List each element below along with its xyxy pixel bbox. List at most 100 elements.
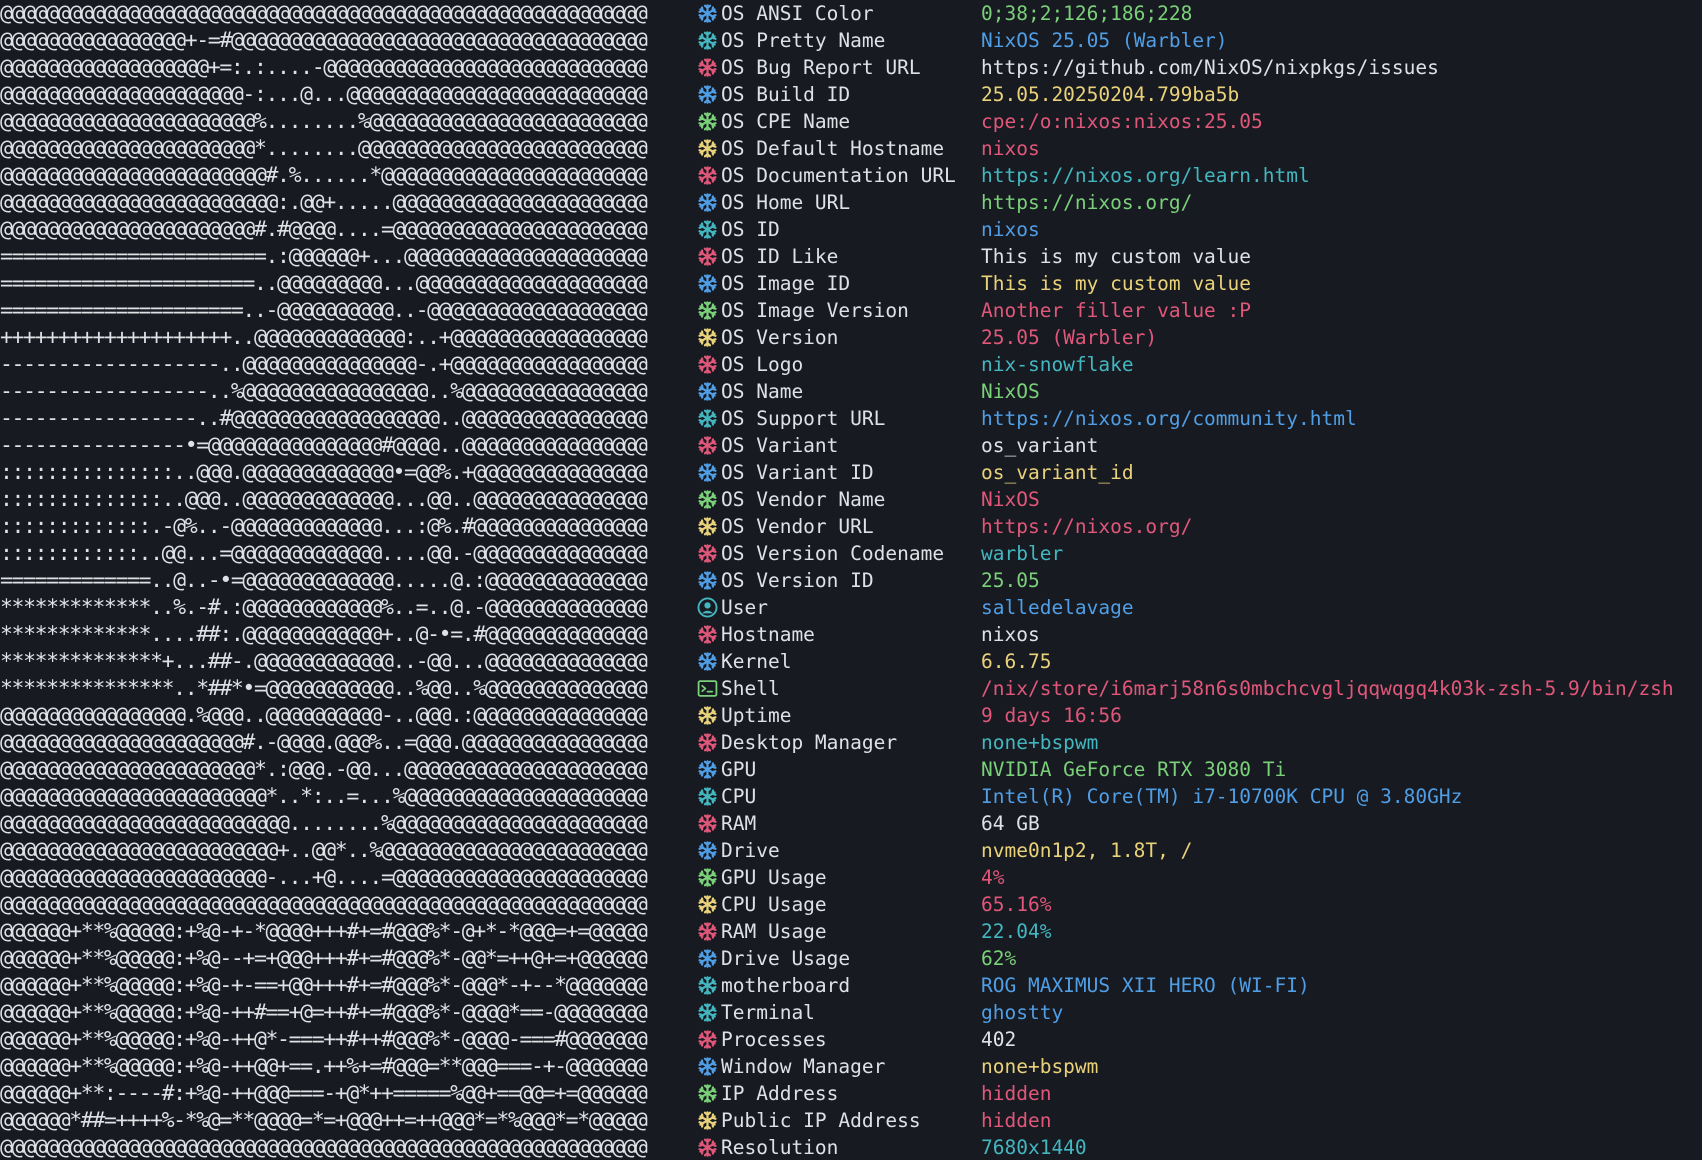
info-value: warbler bbox=[981, 542, 1064, 565]
info-key: OS Default Hostname bbox=[721, 137, 945, 160]
ascii-art-line: @@@@@@+**%@@@@@:+%@--+=+@@@+++#+=#@@@%*-… bbox=[0, 946, 648, 971]
terminal-window[interactable]: @@@@@@@@@@@@@@@@@@@@@@@@@@@@@@@@@@@@@@@@… bbox=[0, 0, 1702, 1160]
nix-snowflake-icon bbox=[696, 570, 718, 592]
nix-snowflake-icon bbox=[696, 1083, 718, 1105]
nix-snowflake-icon bbox=[696, 30, 718, 52]
info-row: OS Name NixOS bbox=[696, 378, 1702, 405]
info-value: 4% bbox=[981, 866, 1005, 889]
nix-snowflake-icon bbox=[696, 273, 718, 295]
info-value: 62% bbox=[981, 947, 1017, 970]
info-row: Uptime 9 days 16:56 bbox=[696, 702, 1702, 729]
info-row: motherboard ROG MAXIMUS XII HERO (WI-FI) bbox=[696, 972, 1702, 999]
info-value: This is my custom value bbox=[981, 245, 1252, 268]
info-value: os_variant_id bbox=[981, 461, 1134, 484]
info-key: OS ANSI Color bbox=[721, 2, 874, 25]
info-key: RAM bbox=[721, 812, 757, 835]
nix-snowflake-icon bbox=[696, 651, 718, 673]
nix-snowflake-icon bbox=[696, 1029, 718, 1051]
info-row: Processes 402 bbox=[696, 1026, 1702, 1053]
info-key: Resolution bbox=[721, 1136, 839, 1159]
nix-snowflake-icon bbox=[696, 1137, 718, 1159]
info-row: OS Bug Report URL https://github.com/NixO… bbox=[696, 54, 1702, 81]
ascii-art-line: @@@@@@+**%@@@@@:+%@-+-*@@@@+++#+=#@@@%*-… bbox=[0, 919, 648, 944]
ascii-art-line: @@@@@@*##=++++%-*%@=**@@@@=*=+@@@++=++@@… bbox=[0, 1108, 648, 1133]
info-row: OS Vendor URL https://nixos.org/ bbox=[696, 513, 1702, 540]
nix-snowflake-icon bbox=[696, 894, 718, 916]
info-key: OS CPE Name bbox=[721, 110, 851, 133]
nix-snowflake-icon bbox=[696, 381, 718, 403]
info-key: OS Image ID bbox=[721, 272, 851, 295]
nix-snowflake-icon bbox=[696, 3, 718, 25]
nix-snowflake-icon bbox=[696, 84, 718, 106]
ascii-art-line: @@@@@@@@@@@@@@@@@@@@@@*.:@@@.-@@...@@@@@… bbox=[0, 757, 648, 782]
info-key: OS Documentation URL bbox=[721, 164, 956, 187]
info-row: OS CPE Name cpe:/o:nixos:nixos:25.05 bbox=[696, 108, 1702, 135]
info-row: Drive nvme0n1p2, 1.8T, / bbox=[696, 837, 1702, 864]
nix-snowflake-icon bbox=[696, 327, 718, 349]
info-row: Resolution 7680x1440 bbox=[696, 1134, 1702, 1160]
info-row: OS Logo nix-snowflake bbox=[696, 351, 1702, 378]
info-key: OS Version ID bbox=[721, 569, 874, 592]
info-value: /nix/store/i6marj58n6s0mbchcvgljqqwqgq4k… bbox=[981, 677, 1674, 700]
info-value: cpe:/o:nixos:nixos:25.05 bbox=[981, 110, 1263, 133]
nix-snowflake-icon bbox=[696, 975, 718, 997]
info-key: OS Pretty Name bbox=[721, 29, 886, 52]
nix-snowflake-icon bbox=[696, 57, 718, 79]
nix-snowflake-icon bbox=[696, 840, 718, 862]
info-key: GPU Usage bbox=[721, 866, 827, 889]
ascii-art-line: @@@@@@@@@@@@@@@@@@+=:.:....-@@@@@@@@@@@@… bbox=[0, 55, 648, 80]
nix-snowflake-icon bbox=[696, 192, 718, 214]
ascii-art-line: @@@@@@+**%@@@@@:+%@-+-==+@@+++#+=#@@@%*-… bbox=[0, 973, 648, 998]
info-key: OS Vendor URL bbox=[721, 515, 874, 538]
ascii-art-line: @@@@@@@@@@@@@@@@+-=#@@@@@@@@@@@@@@@@@@@@… bbox=[0, 28, 648, 53]
info-value: Intel(R) Core(TM) i7-10700K CPU @ 3.80GH… bbox=[981, 785, 1463, 808]
info-value: salledelavage bbox=[981, 596, 1134, 619]
ascii-art-line: =====================..-@@@@@@@@@@..-@@@… bbox=[0, 298, 648, 323]
info-value: 6.6.75 bbox=[981, 650, 1052, 673]
info-row: OS Home URL https://nixos.org/ bbox=[696, 189, 1702, 216]
ascii-art-line: :::::::::::::.-@%..-@@@@@@@@@@@@@...:@%.… bbox=[0, 514, 648, 539]
info-row: OS ANSI Color 0;38;2;126;186;228 bbox=[696, 0, 1702, 27]
ascii-art-line: ----------------•=@@@@@@@@@@@@@@@#@@@@..… bbox=[0, 433, 648, 458]
info-value: ROG MAXIMUS XII HERO (WI-FI) bbox=[981, 974, 1310, 997]
info-row: User salledelavage bbox=[696, 594, 1702, 621]
nix-snowflake-icon bbox=[696, 786, 718, 808]
info-row: OS Documentation URL https://nixos.org/le… bbox=[696, 162, 1702, 189]
info-value: none+bspwm bbox=[981, 731, 1099, 754]
info-row: Hostname nixos bbox=[696, 621, 1702, 648]
info-key: OS Version bbox=[721, 326, 839, 349]
ascii-art-line: @@@@@@@@@@@@@@@@@@@@@@%........%@@@@@@@@… bbox=[0, 109, 648, 134]
info-row: OS Version Codename warbler bbox=[696, 540, 1702, 567]
ascii-art-line: -----------------..#@@@@@@@@@@@@@@@@@@..… bbox=[0, 406, 648, 431]
nix-snowflake-icon bbox=[696, 111, 718, 133]
ascii-art-line: -------------------..@@@@@@@@@@@@@@@-.+@… bbox=[0, 352, 648, 377]
nix-snowflake-icon bbox=[696, 489, 718, 511]
info-value: 64 GB bbox=[981, 812, 1040, 835]
nix-snowflake-icon bbox=[696, 759, 718, 781]
ascii-art-line: @@@@@@+**%@@@@@:+%@-++@@+==.++%+=#@@@=**… bbox=[0, 1054, 648, 1079]
ascii-art-line: =============..@..-•=@@@@@@@@@@@@@.....@… bbox=[0, 568, 648, 593]
info-value: none+bspwm bbox=[981, 1055, 1099, 1078]
info-key: Public IP Address bbox=[721, 1109, 921, 1132]
info-row: OS Vendor Name NixOS bbox=[696, 486, 1702, 513]
info-value: https://nixos.org/ bbox=[981, 515, 1193, 538]
info-value: 25.05.20250204.799ba5b bbox=[981, 83, 1240, 106]
info-value: This is my custom value bbox=[981, 272, 1252, 295]
info-row: OS Version 25.05 (Warbler) bbox=[696, 324, 1702, 351]
nix-snowflake-icon bbox=[696, 462, 718, 484]
nix-snowflake-icon bbox=[696, 921, 718, 943]
nix-snowflake-icon bbox=[696, 732, 718, 754]
info-value: nixos bbox=[981, 218, 1040, 241]
ascii-art-line: @@@@@@@@@@@@@@@@@@@@@#.-@@@@.@@@%..=@@@.… bbox=[0, 730, 648, 755]
info-key: OS Version Codename bbox=[721, 542, 945, 565]
ascii-art-line: @@@@@@@@@@@@@@@@@@@@@@@@@@@@@@@@@@@@@@@@… bbox=[0, 1135, 648, 1160]
ascii-art-line: @@@@@@+**%@@@@@:+%@-++#==+@=++#+=#@@@%*-… bbox=[0, 1000, 648, 1025]
info-row: OS Default Hostname nixos bbox=[696, 135, 1702, 162]
info-row: Desktop Manager none+bspwm bbox=[696, 729, 1702, 756]
info-value: 65.16% bbox=[981, 893, 1052, 916]
nix-snowflake-icon bbox=[696, 1056, 718, 1078]
info-key: OS ID bbox=[721, 218, 780, 241]
info-key: OS Name bbox=[721, 380, 804, 403]
info-key: Uptime bbox=[721, 704, 792, 727]
info-key: Processes bbox=[721, 1028, 827, 1051]
